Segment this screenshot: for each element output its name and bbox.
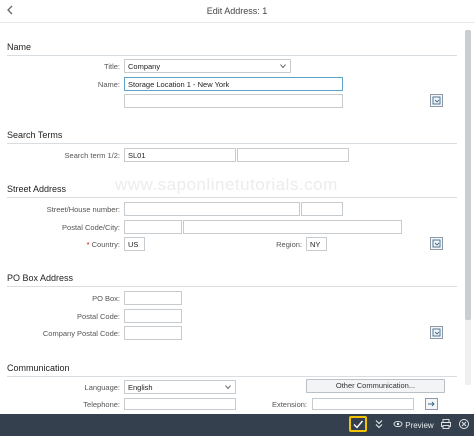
chevron-down-icon bbox=[225, 385, 231, 390]
more-fields-button[interactable] bbox=[430, 94, 443, 107]
name-label: Name: bbox=[97, 80, 120, 89]
preview-icon bbox=[393, 420, 403, 428]
preview-button[interactable]: Preview bbox=[393, 419, 434, 430]
country-label-text: Country: bbox=[91, 240, 120, 249]
name2-input[interactable] bbox=[124, 94, 343, 108]
preview-label: Preview bbox=[405, 421, 434, 430]
other-communication-button[interactable]: Other Communication... bbox=[306, 379, 445, 393]
title-select[interactable]: Company bbox=[124, 59, 291, 73]
section-title-name: Name bbox=[7, 42, 32, 52]
chevron-down-icon bbox=[280, 64, 286, 69]
street-label: Street/House number: bbox=[46, 205, 120, 214]
extension-label: Extension: bbox=[271, 400, 307, 409]
street-input[interactable] bbox=[124, 202, 300, 216]
postal-code-input[interactable] bbox=[124, 220, 182, 234]
arrow-right-icon bbox=[428, 401, 435, 407]
street-more-button[interactable] bbox=[430, 237, 443, 250]
section-title-search: Search Terms bbox=[7, 130, 63, 140]
required-marker: * bbox=[86, 240, 90, 249]
company-postal-label: Company Postal Code: bbox=[42, 329, 120, 338]
section-divider bbox=[7, 55, 457, 56]
city-input[interactable] bbox=[183, 220, 402, 234]
pobox-more-button[interactable] bbox=[430, 326, 443, 339]
title-bar: Edit Address: 1 bbox=[0, 0, 474, 23]
telephone-label: Telephone: bbox=[83, 400, 120, 409]
language-select[interactable]: English bbox=[124, 380, 236, 394]
company-postal-input[interactable] bbox=[124, 326, 182, 340]
search-term-label: Search term 1/2: bbox=[64, 151, 120, 160]
region-input[interactable]: NY bbox=[306, 237, 327, 251]
pobox-label: PO Box: bbox=[92, 294, 120, 303]
search-term-2-input[interactable] bbox=[237, 148, 349, 162]
section-divider bbox=[7, 197, 457, 198]
section-divider bbox=[7, 286, 457, 287]
print-icon bbox=[441, 419, 451, 429]
confirm-button[interactable] bbox=[352, 418, 364, 432]
telephone-more-button[interactable] bbox=[425, 398, 438, 410]
title-label: Title: bbox=[104, 62, 120, 71]
title-select-value: Company bbox=[128, 62, 161, 71]
double-chevron-down-icon bbox=[375, 420, 383, 429]
section-title-communication: Communication bbox=[7, 363, 70, 373]
expand-all-button[interactable] bbox=[373, 418, 385, 432]
telephone-input[interactable] bbox=[124, 398, 236, 410]
language-label: Language: bbox=[84, 383, 120, 392]
section-title-pobox: PO Box Address bbox=[7, 273, 74, 283]
print-button[interactable] bbox=[440, 418, 452, 432]
watermark: www.saponlinetutorials.com bbox=[115, 175, 338, 194]
pobox-postal-input[interactable] bbox=[124, 309, 182, 323]
country-label: * Country: bbox=[20, 240, 120, 249]
vertical-scrollbar[interactable] bbox=[465, 30, 471, 385]
extension-input[interactable] bbox=[312, 398, 414, 410]
region-label: Region: bbox=[276, 240, 302, 249]
section-title-street: Street Address bbox=[7, 184, 67, 194]
expand-icon bbox=[432, 328, 441, 337]
close-button[interactable] bbox=[458, 418, 470, 432]
expand-icon bbox=[432, 239, 441, 248]
house-number-input[interactable] bbox=[301, 202, 343, 216]
section-divider bbox=[7, 143, 457, 144]
section-divider bbox=[7, 376, 457, 377]
close-icon bbox=[459, 419, 469, 429]
search-term-1-input[interactable]: SL01 bbox=[124, 148, 236, 162]
scrollbar-thumb[interactable] bbox=[465, 30, 471, 320]
pobox-input[interactable] bbox=[124, 291, 182, 305]
postal-city-label: Postal Code/City: bbox=[62, 223, 120, 232]
dialog-title: Edit Address: 1 bbox=[206, 6, 268, 16]
pobox-postal-label: Postal Code: bbox=[77, 312, 120, 321]
expand-icon bbox=[432, 96, 441, 105]
checkmark-icon bbox=[353, 420, 364, 429]
language-select-value: English bbox=[128, 383, 153, 392]
name-input[interactable]: Storage Location 1 - New York bbox=[124, 77, 343, 91]
country-input[interactable]: US bbox=[124, 237, 145, 251]
